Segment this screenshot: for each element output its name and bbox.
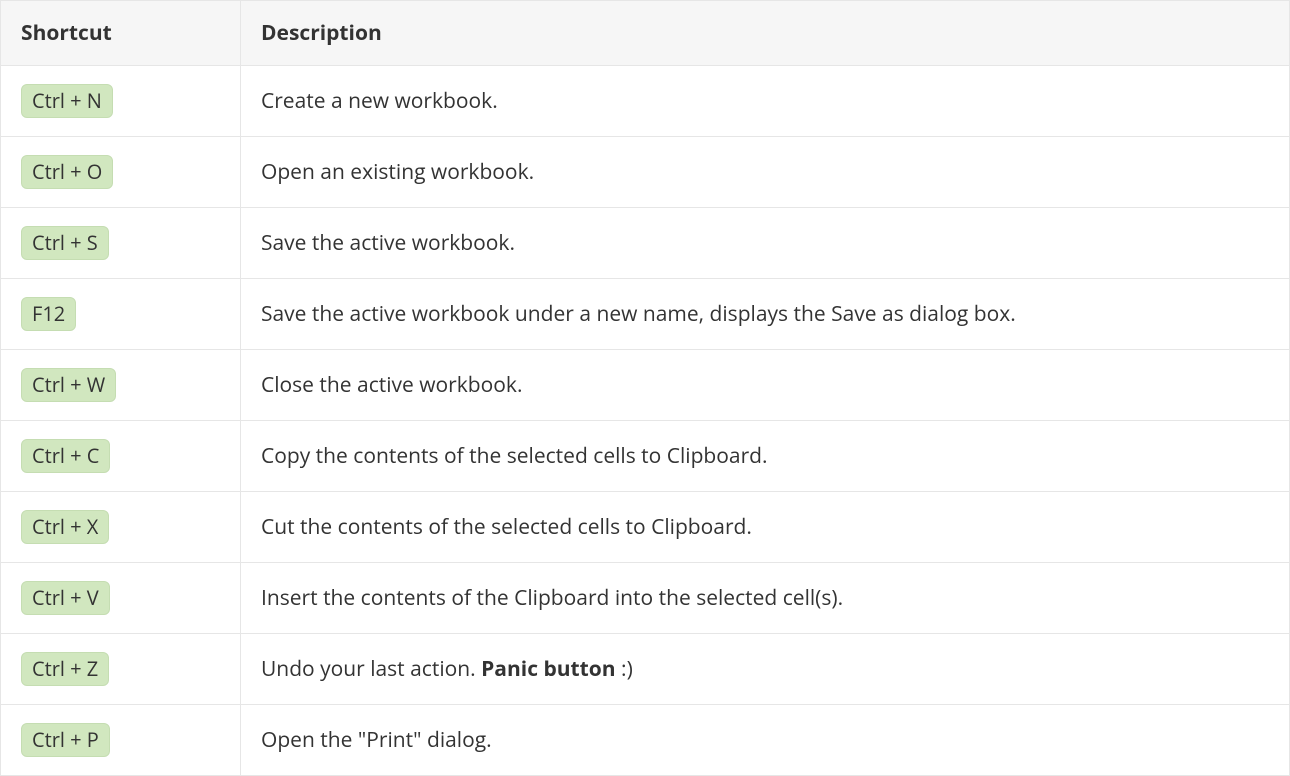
description-pre: Open an existing workbook. (261, 158, 534, 186)
table-row: Ctrl + P Open the "Print" dialog. (1, 705, 1290, 776)
shortcut-key-badge: Ctrl + W (21, 368, 116, 402)
shortcuts-table: Shortcut Description Ctrl + N Create a n… (0, 0, 1290, 776)
description-cell: Open the "Print" dialog. (241, 705, 1290, 776)
description-pre: Open the "Print" dialog. (261, 726, 492, 754)
header-description: Description (241, 1, 1290, 66)
table-row: Ctrl + C Copy the contents of the select… (1, 421, 1290, 492)
table-header-row: Shortcut Description (1, 1, 1290, 66)
shortcut-cell: Ctrl + O (1, 137, 241, 208)
description-cell: Open an existing workbook. (241, 137, 1290, 208)
shortcut-cell: F12 (1, 279, 241, 350)
description-pre: Create a new workbook. (261, 87, 498, 115)
description-pre: Save the active workbook. (261, 229, 515, 257)
shortcut-cell: Ctrl + X (1, 492, 241, 563)
description-cell: Insert the contents of the Clipboard int… (241, 563, 1290, 634)
description-pre: Undo your last action. (261, 655, 481, 683)
shortcut-key-badge: F12 (21, 297, 76, 331)
shortcut-key-badge: Ctrl + V (21, 581, 110, 615)
description-cell: Close the active workbook. (241, 350, 1290, 421)
description-pre: Cut the contents of the selected cells t… (261, 513, 752, 541)
description-bold: Panic button (481, 655, 615, 683)
shortcut-cell: Ctrl + N (1, 66, 241, 137)
description-pre: Copy the contents of the selected cells … (261, 442, 768, 470)
description-cell: Save the active workbook. (241, 208, 1290, 279)
table-row: F12 Save the active workbook under a new… (1, 279, 1290, 350)
shortcut-cell: Ctrl + P (1, 705, 241, 776)
description-post: :) (616, 655, 633, 683)
shortcut-cell: Ctrl + Z (1, 634, 241, 705)
description-cell: Create a new workbook. (241, 66, 1290, 137)
description-cell: Cut the contents of the selected cells t… (241, 492, 1290, 563)
table-row: Ctrl + V Insert the contents of the Clip… (1, 563, 1290, 634)
header-shortcut: Shortcut (1, 1, 241, 66)
shortcut-cell: Ctrl + W (1, 350, 241, 421)
description-cell: Undo your last action. Panic button :) (241, 634, 1290, 705)
table-row: Ctrl + X Cut the contents of the selecte… (1, 492, 1290, 563)
shortcut-key-badge: Ctrl + S (21, 226, 109, 260)
table-row: Ctrl + N Create a new workbook. (1, 66, 1290, 137)
table-row: Ctrl + W Close the active workbook. (1, 350, 1290, 421)
shortcut-key-badge: Ctrl + C (21, 439, 110, 473)
shortcut-key-badge: Ctrl + X (21, 510, 109, 544)
description-cell: Copy the contents of the selected cells … (241, 421, 1290, 492)
description-pre: Close the active workbook. (261, 371, 522, 399)
shortcut-cell: Ctrl + C (1, 421, 241, 492)
table-row: Ctrl + S Save the active workbook. (1, 208, 1290, 279)
shortcut-cell: Ctrl + V (1, 563, 241, 634)
description-cell: Save the active workbook under a new nam… (241, 279, 1290, 350)
description-pre: Insert the contents of the Clipboard int… (261, 584, 843, 612)
shortcut-cell: Ctrl + S (1, 208, 241, 279)
table-row: Ctrl + O Open an existing workbook. (1, 137, 1290, 208)
shortcut-key-badge: Ctrl + N (21, 84, 113, 118)
table-row: Ctrl + Z Undo your last action. Panic bu… (1, 634, 1290, 705)
shortcut-key-badge: Ctrl + Z (21, 652, 109, 686)
shortcut-key-badge: Ctrl + O (21, 155, 113, 189)
description-pre: Save the active workbook under a new nam… (261, 300, 1016, 328)
shortcut-key-badge: Ctrl + P (21, 723, 110, 757)
